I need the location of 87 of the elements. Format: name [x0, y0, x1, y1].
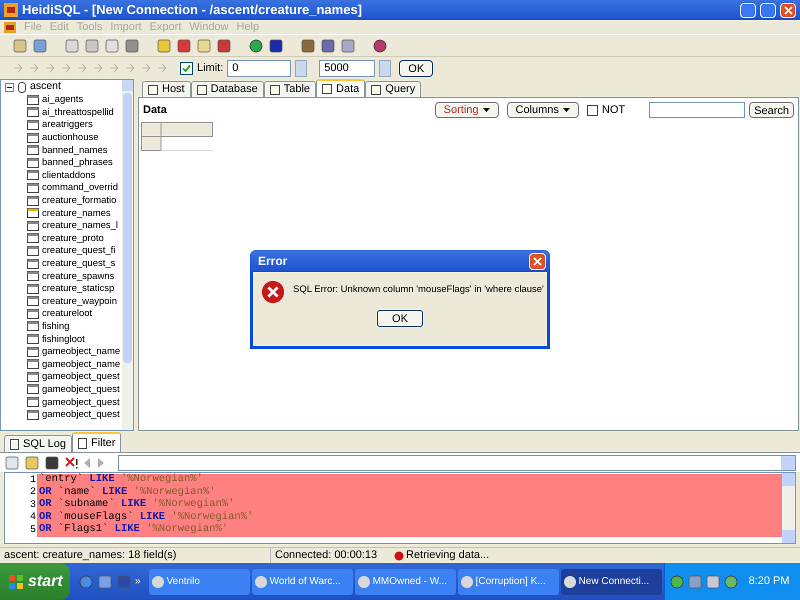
- search-field[interactable]: [649, 102, 746, 118]
- tree-item[interactable]: creature_formatio: [42, 195, 116, 206]
- offset-field[interactable]: 0: [227, 60, 292, 76]
- tree-item[interactable]: auctionhouse: [42, 132, 99, 144]
- tree-item[interactable]: gameobject_name: [42, 358, 120, 370]
- taskbar-button[interactable]: Ventrilo: [148, 568, 250, 594]
- ok-button[interactable]: OK: [399, 60, 434, 76]
- tab[interactable]: Filter: [72, 432, 122, 452]
- window-title: HeidiSQL - [New Connection - /ascent/creature_names]: [22, 1, 364, 20]
- more-chevron[interactable]: »: [135, 574, 141, 588]
- start-button[interactable]: start: [0, 563, 70, 600]
- tree-item[interactable]: creature_quest_fi: [42, 245, 116, 256]
- tab[interactable]: Host: [142, 81, 191, 97]
- tree-item[interactable]: fishing: [42, 320, 70, 332]
- taskbar-button[interactable]: MMOwned - W...: [354, 568, 456, 594]
- tree-item[interactable]: ai_agents: [42, 94, 84, 106]
- caret-icon: [482, 108, 490, 112]
- clock: 8:20 PM: [748, 574, 790, 590]
- sorting-button[interactable]: Sorting: [434, 102, 498, 118]
- line-number: 4: [28, 511, 37, 525]
- tab[interactable]: Database: [190, 81, 264, 97]
- record-icon: [394, 550, 404, 560]
- tree-item[interactable]: creatureloot: [42, 308, 92, 320]
- close-button[interactable]: [780, 2, 796, 18]
- tree-item[interactable]: ai_threattospellid: [42, 106, 114, 118]
- limit-label: Limit:: [197, 60, 224, 76]
- line-number: 1: [28, 474, 37, 487]
- tree-item[interactable]: creature_names: [42, 208, 111, 219]
- tree-item[interactable]: clientaddons: [42, 170, 96, 181]
- tree-item[interactable]: ascent: [30, 80, 61, 96]
- close-icon: [533, 256, 542, 266]
- tree-item[interactable]: gameobject_quest: [42, 371, 120, 382]
- taskbar-button[interactable]: World of Warc...: [252, 568, 353, 594]
- line-number: 3: [28, 498, 37, 512]
- forward-icon[interactable]: [96, 456, 106, 468]
- ok-button[interactable]: OK: [377, 310, 423, 327]
- taskbar-button[interactable]: New Connecti...: [560, 568, 662, 594]
- tree-item[interactable]: creature_spawns: [42, 270, 114, 282]
- tree-item[interactable]: gameobject_quest: [42, 396, 120, 408]
- minimize-button[interactable]: [740, 2, 756, 18]
- status-text: Retrieving data...: [405, 548, 490, 564]
- tree-item[interactable]: banned_names: [42, 144, 108, 156]
- limit-checkbox[interactable]: [180, 62, 193, 74]
- tree-item[interactable]: fishingloot: [42, 334, 85, 345]
- restore-button[interactable]: [760, 2, 776, 18]
- back-icon[interactable]: [82, 456, 92, 468]
- tree-item[interactable]: command_overrid: [42, 182, 118, 194]
- error-message: SQL Error: Unknown column 'mouseFlags' in 'where clause': [293, 283, 544, 297]
- tree-item[interactable]: gameobject_name: [42, 346, 120, 358]
- close-button[interactable]: [529, 252, 546, 270]
- tree-item[interactable]: banned_phrases: [42, 157, 113, 168]
- count-field[interactable]: 5000: [319, 60, 376, 76]
- taskbar-button[interactable]: [Corruption] K...: [458, 568, 559, 594]
- dialog-title: Error: [257, 253, 288, 270]
- tab[interactable]: Query: [365, 81, 422, 97]
- tree-item[interactable]: areatriggers: [42, 119, 93, 130]
- tree-item[interactable]: gameobject_quest: [42, 409, 120, 420]
- tree-item[interactable]: creature_waypoin: [42, 296, 117, 307]
- filter-editor[interactable]: 1 `entry` LIKE '%Norwegian%' 2 OR `name` LIKE '%Norwegian%' 3 OR `subname` LIKE '%Norwegian%' 4 OR `mouseFlags` LIKE '%Norwegian%' 5 OR `Flags1` LIKE '%Norwegian%': [4, 472, 796, 544]
- tab[interactable]: Data: [316, 79, 366, 97]
- tab[interactable]: Table: [264, 81, 316, 97]
- clear-icon[interactable]: [64, 456, 78, 470]
- status-text: ascent: creature_names: 18 field(s): [3, 548, 178, 564]
- error-icon: [261, 280, 285, 304]
- panel-title: Data: [143, 102, 168, 118]
- line-number: 2: [28, 486, 37, 500]
- empty-grid-drawing: [141, 122, 213, 151]
- app-logo-icon: [4, 22, 16, 32]
- tree-item[interactable]: creature_proto: [42, 232, 104, 244]
- scrollbar[interactable]: [122, 80, 133, 430]
- tab[interactable]: SQL Log: [4, 435, 72, 452]
- app-logo-icon: [4, 3, 18, 17]
- tree-item[interactable]: creature_names_l: [42, 220, 118, 232]
- columns-button[interactable]: Columns: [506, 102, 579, 118]
- search-button[interactable]: Search: [749, 102, 794, 118]
- scrollbar[interactable]: [782, 473, 795, 543]
- line-number: 5: [28, 524, 37, 538]
- flag-icon: [8, 574, 24, 590]
- tree-item[interactable]: gameobject_quest: [42, 384, 120, 395]
- tree-item[interactable]: creature_quest_s: [42, 258, 116, 270]
- close-icon: [784, 6, 792, 14]
- caret-icon: [562, 108, 570, 112]
- filter-history-dropdown[interactable]: [118, 454, 796, 470]
- not-checkbox[interactable]: [586, 104, 598, 116]
- tree-item[interactable]: creature_staticsp: [42, 283, 114, 294]
- collapse-icon[interactable]: [5, 82, 14, 92]
- not-label: NOT: [602, 102, 626, 118]
